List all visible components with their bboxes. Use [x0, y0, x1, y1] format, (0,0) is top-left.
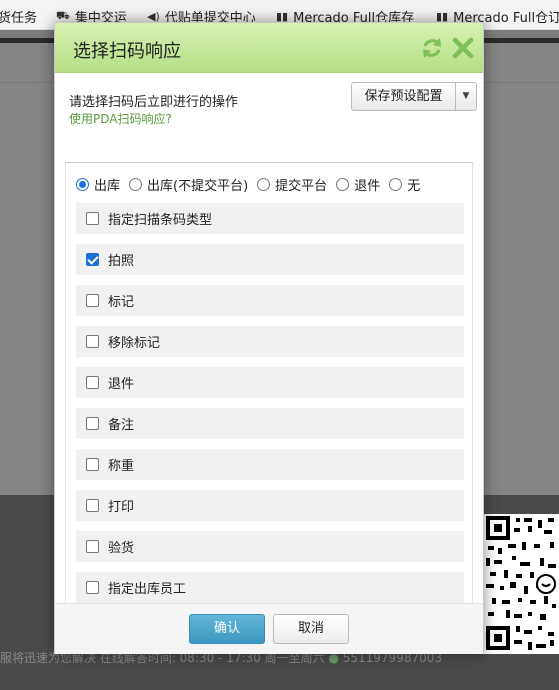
dialog-top-row: 请选择扫码后立即进行的操作 使用PDA扫码响应? 保存预设配置 ▼	[65, 73, 477, 163]
checkbox-item-remove-mark[interactable]: 移除标记	[76, 326, 464, 357]
checkbox-item-return[interactable]: 退件	[76, 367, 464, 398]
qr-code-image	[484, 514, 559, 654]
radio-label: 出库(不提交平台)	[147, 179, 249, 194]
checkbox-label: 拍照	[108, 254, 135, 269]
checkbox-item-weigh[interactable]: 称重	[76, 449, 464, 480]
action-checkbox-list: 指定扫描条码类型 拍照 标记 移除标记 退件 备注 称重 打印 验货 指定出库员…	[76, 203, 464, 613]
refresh-icon[interactable]	[421, 36, 443, 60]
bookmark-item[interactable]: 货任务	[0, 7, 37, 26]
checkbox[interactable]	[86, 212, 99, 225]
checkbox[interactable]	[86, 581, 99, 594]
checkbox-label: 指定出库员工	[108, 582, 187, 597]
checkbox-item-assign-staff[interactable]: 指定出库员工	[76, 572, 464, 603]
checkbox[interactable]	[86, 253, 99, 266]
radio-label: 退件	[354, 179, 381, 194]
checkbox-item-note[interactable]: 备注	[76, 408, 464, 439]
checkbox-label: 退件	[108, 377, 135, 392]
radio-button[interactable]	[76, 178, 89, 191]
checkbox-label: 验货	[108, 541, 135, 556]
checkbox[interactable]	[86, 376, 99, 389]
action-radio-group: 出库 出库(不提交平台) 提交平台 退件 无	[76, 175, 429, 194]
checkbox-item-print[interactable]: 打印	[76, 490, 464, 521]
checkbox[interactable]	[86, 335, 99, 348]
close-icon[interactable]	[452, 36, 474, 60]
checkbox[interactable]	[86, 417, 99, 430]
checkbox[interactable]	[86, 294, 99, 307]
checkbox-item-inspect[interactable]: 验货	[76, 531, 464, 562]
radio-button[interactable]	[389, 178, 403, 191]
scan-response-dialog: 选择扫码响应 请选择扫码后立即进行的操作 使用PDA扫码响应? 保存预设配置 ▼	[54, 22, 484, 654]
radio-outbound[interactable]: 出库	[76, 175, 120, 194]
radio-outbound-no-submit[interactable]: 出库(不提交平台)	[129, 175, 248, 194]
radio-label: 出库	[94, 179, 121, 194]
checkbox[interactable]	[86, 540, 99, 553]
checkbox-label: 指定扫描条码类型	[108, 213, 213, 228]
checkbox[interactable]	[86, 458, 99, 471]
dialog-body: 请选择扫码后立即进行的操作 使用PDA扫码响应? 保存预设配置 ▼ 出库 出库(…	[55, 73, 483, 615]
save-preset-split-button: 保存预设配置 ▼	[351, 82, 477, 111]
checkbox-item-mark[interactable]: 标记	[76, 285, 464, 316]
radio-button[interactable]	[257, 178, 271, 191]
radio-button[interactable]	[336, 178, 350, 191]
save-preset-button[interactable]: 保存预设配置	[352, 83, 456, 110]
checkbox-label: 称重	[108, 459, 135, 474]
checkbox-item-photo[interactable]: 拍照	[76, 244, 464, 275]
options-panel: 出库 出库(不提交平台) 提交平台 退件 无 指定扫描条码类型 拍照 标记 移除…	[65, 163, 473, 615]
checkbox-item-barcode-type[interactable]: 指定扫描条码类型	[76, 203, 464, 234]
checkbox-label: 打印	[108, 500, 135, 515]
radio-label: 无	[407, 179, 421, 194]
checkbox-label: 备注	[108, 418, 135, 433]
radio-label: 提交平台	[275, 179, 328, 194]
radio-button[interactable]	[129, 178, 143, 191]
dialog-title: 选择扫码响应	[73, 41, 181, 62]
radio-return[interactable]: 退件	[336, 175, 380, 194]
checkbox-label: 标记	[108, 295, 135, 310]
instruction-text: 请选择扫码后立即进行的操作	[69, 95, 239, 110]
radio-submit-platform[interactable]: 提交平台	[257, 175, 327, 194]
checkbox-label: 移除标记	[108, 336, 161, 351]
bookmark-label: 货任务	[0, 11, 38, 26]
caret-down-icon[interactable]: ▼	[456, 83, 476, 110]
checkbox[interactable]	[86, 499, 99, 512]
radio-none[interactable]: 无	[389, 175, 420, 194]
confirm-button[interactable]: 确认	[189, 614, 265, 644]
use-pda-link[interactable]: 使用PDA扫码响应?	[69, 110, 172, 127]
dialog-footer: 确认 取消	[55, 603, 483, 654]
dialog-header: 选择扫码响应	[55, 23, 483, 73]
cancel-button[interactable]: 取消	[273, 614, 349, 644]
